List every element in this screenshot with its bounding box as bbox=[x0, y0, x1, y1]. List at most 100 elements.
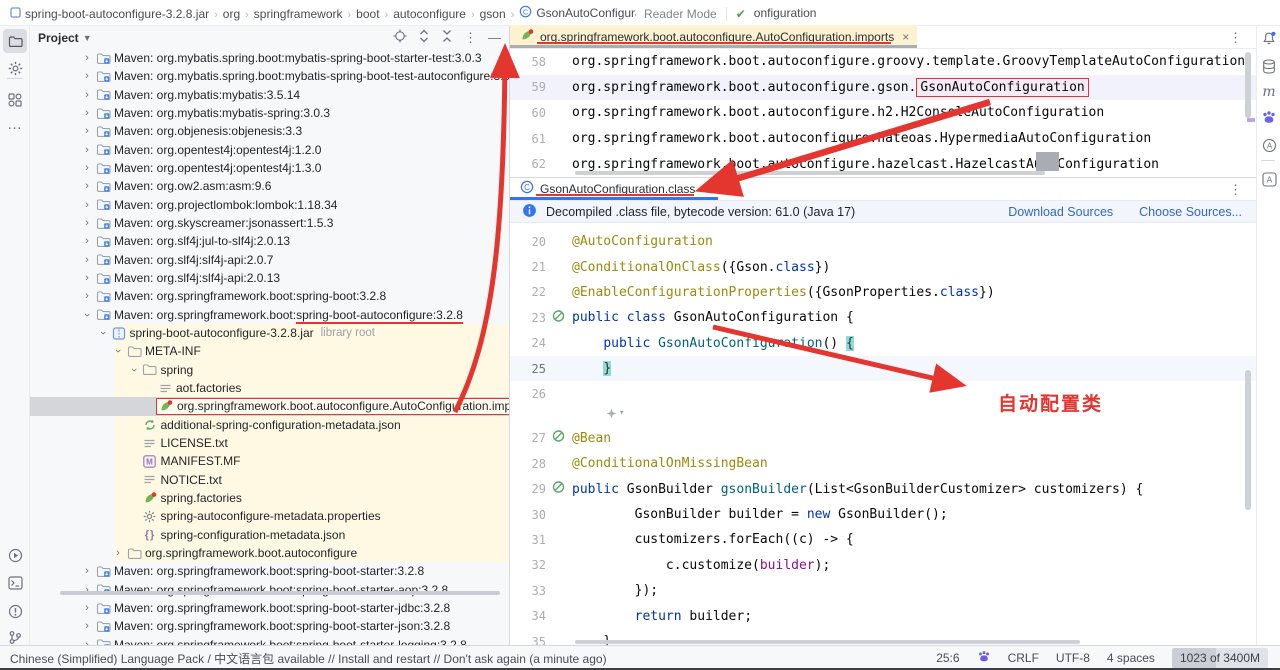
project-tree[interactable]: ›Maven: org.mybatis.spring.boot:mybatis-… bbox=[30, 49, 509, 645]
code-line[interactable]: 32 c.customize(builder); bbox=[510, 553, 1256, 578]
code-line[interactable]: 34 return builder; bbox=[510, 603, 1256, 628]
problems-icon[interactable] bbox=[3, 599, 27, 623]
tree-row[interactable]: ›Maven: org.slf4j:slf4j-api:2.0.7 bbox=[30, 251, 509, 269]
bean-gutter-icon[interactable] bbox=[552, 481, 565, 498]
editor-class[interactable]: 20@AutoConfiguration21@ConditionalOnClas… bbox=[510, 223, 1256, 651]
maven-icon[interactable]: m bbox=[1258, 81, 1280, 103]
tree-row[interactable]: ›Maven: org.opentest4j:opentest4j:1.3.0 bbox=[30, 159, 509, 177]
tree-chevron-icon[interactable]: › bbox=[112, 344, 124, 358]
notifications-bell-icon[interactable] bbox=[1258, 28, 1280, 50]
code-line[interactable]: 29public GsonBuilder gsonBuilder(List<Gs… bbox=[510, 477, 1256, 502]
chevron-down-icon[interactable]: ▼ bbox=[83, 33, 92, 43]
kebab-menu-icon[interactable]: ⋮ bbox=[464, 30, 477, 46]
tree-row[interactable]: ›Maven: org.springframework.boot:spring-… bbox=[30, 581, 509, 599]
kebab-menu-icon[interactable]: ⋮ bbox=[1229, 182, 1242, 198]
bean-gutter-icon[interactable] bbox=[552, 309, 565, 326]
code-line[interactable]: 30 GsonBuilder builder = new GsonBuilder… bbox=[510, 502, 1256, 527]
indent-setting[interactable]: 4 spaces bbox=[1107, 651, 1155, 665]
tree-row[interactable]: ›Maven: org.skyscreamer:jsonassert:1.5.3 bbox=[30, 214, 509, 232]
code-line[interactable]: 58org.springframework.boot.autoconfigure… bbox=[510, 49, 1256, 75]
tree-row[interactable]: ›Maven: org.mybatis.spring.boot:mybatis-… bbox=[30, 49, 509, 67]
ai-suggestion-icon[interactable]: ▾ bbox=[606, 408, 624, 419]
tree-chevron-icon[interactable]: › bbox=[80, 52, 94, 64]
tree-chevron-icon[interactable]: › bbox=[80, 89, 94, 101]
code-line[interactable]: 27@Bean bbox=[510, 426, 1256, 451]
tree-row[interactable]: ›Maven: org.mybatis:mybatis:3.5.14 bbox=[30, 86, 509, 104]
structure-icon[interactable] bbox=[3, 88, 27, 112]
code-line[interactable]: 21@ConditionalOnClass({Gson.class}) bbox=[510, 254, 1256, 279]
collapse-all-icon[interactable] bbox=[441, 29, 453, 46]
tree-row[interactable]: ›Maven: org.springframework.boot:spring-… bbox=[30, 562, 509, 580]
terminal-icon[interactable] bbox=[3, 571, 27, 595]
code-line[interactable]: 28@ConditionalOnMissingBean bbox=[510, 451, 1256, 476]
tree-chevron-icon[interactable]: › bbox=[80, 602, 94, 614]
tree-chevron-icon[interactable]: › bbox=[80, 254, 94, 266]
project-panel-title[interactable]: Project bbox=[38, 31, 79, 45]
tree-row[interactable]: ›META-INF bbox=[30, 342, 509, 360]
code-line[interactable]: 24 public GsonAutoConfiguration() { bbox=[510, 331, 1256, 356]
tree-row[interactable]: LICENSE.txt bbox=[30, 434, 509, 452]
editor2-vertical-scrollbar[interactable] bbox=[1245, 370, 1251, 510]
editor1-horizontal-scrollbar[interactable] bbox=[575, 171, 1045, 175]
tree-chevron-icon[interactable]: › bbox=[80, 107, 94, 119]
code-line[interactable]: 60org.springframework.boot.autoconfigure… bbox=[510, 100, 1256, 126]
code-line[interactable]: 20@AutoConfiguration bbox=[510, 229, 1256, 254]
inspection-ok-icon[interactable]: ✔ bbox=[736, 7, 746, 21]
code-line[interactable]: 61org.springframework.boot.autoconfigure… bbox=[510, 126, 1256, 152]
caret-position[interactable]: 25:6 bbox=[936, 651, 959, 665]
hide-panel-icon[interactable]: — bbox=[488, 30, 501, 45]
tree-chevron-icon[interactable]: › bbox=[97, 326, 109, 340]
tree-row[interactable]: ›org.springframework.boot.autoconfigure bbox=[30, 544, 509, 562]
tree-row[interactable]: ›Maven: org.springframework.boot:spring-… bbox=[30, 306, 509, 324]
tree-row[interactable]: ›Maven: org.projectlombok:lombok:1.18.34 bbox=[30, 196, 509, 214]
code-line[interactable]: 33 }); bbox=[510, 578, 1256, 603]
breadcrumb-item[interactable]: boot bbox=[356, 7, 379, 21]
status-message[interactable]: Chinese (Simplified) Language Pack / 中文语… bbox=[10, 650, 607, 667]
tree-row[interactable]: ›Maven: org.opentest4j:opentest4j:1.2.0 bbox=[30, 141, 509, 159]
tree-row[interactable]: NOTICE.txt bbox=[30, 471, 509, 489]
ai-assistant-icon[interactable]: A bbox=[1258, 134, 1280, 156]
tree-row[interactable]: ›Maven: org.springframework.boot:spring-… bbox=[30, 636, 509, 646]
tree-chevron-icon[interactable]: › bbox=[128, 363, 140, 377]
reader-mode-widget[interactable]: Reader Mode ✔ bbox=[636, 4, 754, 24]
editor2-horizontal-scrollbar[interactable] bbox=[575, 640, 1080, 644]
breadcrumb-item[interactable]: spring-boot-autoconfigure-3.2.8.jar bbox=[10, 7, 209, 21]
tree-chevron-icon[interactable]: › bbox=[80, 620, 94, 632]
tree-row[interactable]: ›spring bbox=[30, 361, 509, 379]
breadcrumb-item[interactable]: gson bbox=[480, 7, 506, 21]
breadcrumb-item[interactable]: org bbox=[223, 7, 240, 21]
download-sources-link[interactable]: Download Sources bbox=[1008, 205, 1113, 219]
more-icon[interactable]: … bbox=[3, 112, 27, 136]
tree-chevron-icon[interactable]: › bbox=[80, 290, 94, 302]
tree-chevron-icon[interactable]: › bbox=[80, 217, 94, 229]
tree-row[interactable]: ›Maven: org.springframework.boot:spring-… bbox=[30, 617, 509, 635]
tree-chevron-icon[interactable]: › bbox=[80, 70, 94, 82]
code-line[interactable]: 59org.springframework.boot.autoconfigure… bbox=[510, 75, 1256, 101]
tree-row[interactable]: { }spring-configuration-metadata.json bbox=[30, 526, 509, 544]
tree-chevron-icon[interactable]: › bbox=[80, 565, 94, 577]
tree-row[interactable]: additional-spring-configuration-metadata… bbox=[30, 416, 509, 434]
lingma-paw-icon[interactable] bbox=[977, 650, 991, 667]
tree-chevron-icon[interactable]: › bbox=[80, 144, 94, 156]
tree-row[interactable]: ›spring-boot-autoconfigure-3.2.8.jarlibr… bbox=[30, 324, 509, 342]
breadcrumb-item[interactable]: autoconfigure bbox=[393, 7, 466, 21]
close-icon[interactable]: × bbox=[902, 30, 909, 44]
locate-file-icon[interactable] bbox=[393, 29, 407, 46]
tree-row[interactable]: MMANIFEST.MF bbox=[30, 452, 509, 470]
code-line[interactable]: 22@EnableConfigurationProperties({GsonPr… bbox=[510, 280, 1256, 305]
choose-sources-link[interactable]: Choose Sources... bbox=[1139, 205, 1242, 219]
tree-chevron-icon[interactable]: › bbox=[81, 308, 93, 322]
database-icon[interactable] bbox=[1258, 55, 1280, 77]
kebab-menu-icon[interactable]: ⋮ bbox=[1229, 30, 1242, 46]
bean-gutter-icon[interactable] bbox=[552, 430, 565, 447]
tree-chevron-icon[interactable]: › bbox=[80, 235, 94, 247]
tree-chevron-icon[interactable]: › bbox=[80, 125, 94, 137]
line-separator[interactable]: CRLF bbox=[1008, 651, 1039, 665]
gear-icon[interactable] bbox=[3, 56, 27, 80]
tree-chevron-icon[interactable]: › bbox=[80, 180, 94, 192]
close-icon[interactable]: × bbox=[703, 182, 710, 196]
code-line[interactable]: 31 customizers.forEach((c) -> { bbox=[510, 527, 1256, 552]
breadcrumb-item[interactable]: springframework bbox=[254, 7, 343, 21]
tree-row[interactable]: aot.factories bbox=[30, 379, 509, 397]
tree-row[interactable]: org.springframework.boot.autoconfigure.A… bbox=[30, 397, 509, 415]
